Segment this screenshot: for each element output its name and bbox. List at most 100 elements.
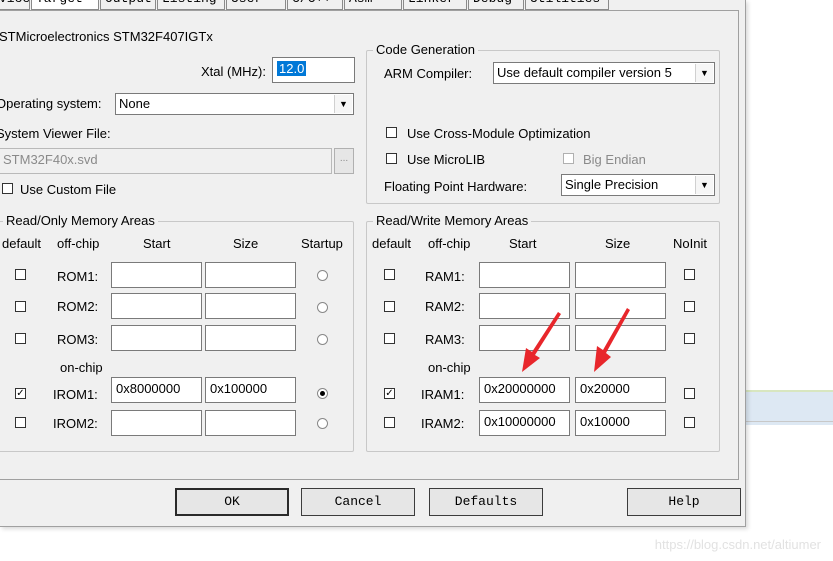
rom3-default-checkbox[interactable]: [15, 333, 26, 344]
irom1-size-input[interactable]: 0x100000: [205, 377, 296, 403]
rom1-default-checkbox[interactable]: [15, 269, 26, 280]
os-select[interactable]: None ▼: [115, 93, 354, 115]
chevron-down-icon[interactable]: ▼: [334, 95, 352, 113]
iram2-default-checkbox[interactable]: [384, 417, 395, 428]
ram-header-start: Start: [509, 236, 537, 251]
rom3-start-input[interactable]: [111, 325, 202, 351]
ok-button[interactable]: OK: [175, 488, 289, 516]
tab-user[interactable]: User: [226, 0, 286, 10]
ram1-label: RAM1:: [425, 269, 465, 284]
rom-header-size: Size: [233, 236, 259, 251]
svd-input: STM32F40x.svd: [0, 148, 332, 174]
rom-header-start: Start: [143, 236, 171, 251]
fp-hardware-value: Single Precision: [565, 177, 659, 192]
ram1-default-checkbox[interactable]: [384, 269, 395, 280]
iram2-noinit-checkbox[interactable]: [684, 417, 695, 428]
iram2-size-input[interactable]: 0x10000: [575, 410, 666, 436]
chevron-down-icon[interactable]: ▼: [695, 64, 713, 82]
chevron-down-icon[interactable]: ▼: [695, 176, 713, 194]
rom-areas-legend: Read/Only Memory Areas: [3, 213, 158, 228]
microlib-checkbox[interactable]: [386, 153, 397, 164]
microlib-label: Use MicroLIB: [407, 152, 486, 167]
ram3-default-checkbox[interactable]: [384, 333, 395, 344]
ram1-size-input[interactable]: [575, 262, 666, 288]
ram2-size-input[interactable]: [575, 293, 666, 319]
rom2-startup-radio[interactable]: [317, 302, 328, 313]
rom1-size-input[interactable]: [205, 262, 296, 288]
defaults-button[interactable]: Defaults: [429, 488, 543, 516]
rom2-default-checkbox[interactable]: [15, 301, 26, 312]
ram2-noinit-checkbox[interactable]: [684, 301, 695, 312]
fp-hardware-select[interactable]: Single Precision ▼: [561, 174, 715, 196]
ram-areas-legend: Read/Write Memory Areas: [373, 213, 532, 228]
ram2-start-input[interactable]: [479, 293, 570, 319]
ram2-label: RAM2:: [425, 299, 465, 314]
rom2-label: ROM2:: [57, 299, 99, 314]
xtal-value: 12.0: [277, 61, 307, 76]
rom-header-offchip: off-chip: [57, 236, 100, 251]
rom3-size-input[interactable]: [205, 325, 296, 351]
cross-module-checkbox[interactable]: [386, 127, 397, 138]
irom2-label: IROM2:: [53, 416, 98, 431]
ram2-default-checkbox[interactable]: [384, 301, 395, 312]
tab-listing[interactable]: Listing: [157, 0, 225, 10]
ram-header-size: Size: [605, 236, 631, 251]
irom2-default-checkbox[interactable]: [15, 417, 26, 428]
rom3-startup-radio[interactable]: [317, 334, 328, 345]
irom1-start-input[interactable]: 0x8000000: [111, 377, 202, 403]
check-icon: ✓: [16, 388, 25, 399]
rom-header-default: default: [2, 236, 42, 251]
irom1-startup-radio[interactable]: [317, 388, 328, 399]
tab-linker[interactable]: Linker: [403, 0, 467, 10]
custom-file-checkbox[interactable]: [2, 183, 13, 194]
help-button[interactable]: Help: [627, 488, 741, 516]
svd-label: System Viewer File:: [0, 126, 111, 141]
irom1-default-checkbox[interactable]: ✓: [15, 388, 26, 399]
irom2-start-input[interactable]: [111, 410, 202, 436]
tab-device[interactable]: vice: [0, 0, 30, 10]
iram1-size-input[interactable]: 0x20000: [575, 377, 666, 403]
fp-hardware-label: Floating Point Hardware:: [384, 179, 528, 194]
tab-c-cpp[interactable]: C/C++: [287, 0, 343, 10]
tab-debug[interactable]: Debug: [468, 0, 524, 10]
tab-asm[interactable]: Asm: [344, 0, 402, 10]
iram2-start-input[interactable]: 0x10000000: [479, 410, 570, 436]
rom-header-startup: Startup: [301, 236, 343, 251]
compiler-value: Use default compiler version 5: [497, 65, 672, 80]
rom1-label: ROM1:: [57, 269, 99, 284]
xtal-input[interactable]: 12.0: [272, 57, 355, 83]
ram-header-noinit: NoInit: [673, 236, 707, 251]
ram1-start-input[interactable]: [479, 262, 570, 288]
tab-output[interactable]: Output: [100, 0, 156, 10]
rom1-startup-radio[interactable]: [317, 270, 328, 281]
ram1-noinit-checkbox[interactable]: [684, 269, 695, 280]
irom2-size-input[interactable]: [205, 410, 296, 436]
ram-header-default: default: [372, 236, 412, 251]
options-dialog: vice Target Output Listing User C/C++ As…: [0, 0, 746, 527]
rom1-start-input[interactable]: [111, 262, 202, 288]
cancel-button[interactable]: Cancel: [301, 488, 415, 516]
iram1-start-input[interactable]: 0x20000000: [479, 377, 570, 403]
ram3-noinit-checkbox[interactable]: [684, 333, 695, 344]
tab-target[interactable]: Target: [31, 0, 99, 10]
background-window-divider: [745, 421, 833, 422]
rom2-size-input[interactable]: [205, 293, 296, 319]
ram3-size-input[interactable]: [575, 325, 666, 351]
background-window-fragment: [745, 390, 833, 425]
tab-utilities[interactable]: Utilities: [525, 0, 609, 10]
iram1-noinit-checkbox[interactable]: [684, 388, 695, 399]
ram3-start-input[interactable]: [479, 325, 570, 351]
rom3-label: ROM3:: [57, 332, 99, 347]
ram-onchip-label: on-chip: [428, 360, 471, 375]
compiler-select[interactable]: Use default compiler version 5 ▼: [493, 62, 715, 84]
svd-browse-button[interactable]: ...: [334, 148, 354, 174]
iram1-default-checkbox[interactable]: ✓: [384, 388, 395, 399]
rom2-start-input[interactable]: [111, 293, 202, 319]
os-value: None: [119, 96, 151, 111]
cross-module-label: Use Cross-Module Optimization: [407, 126, 591, 141]
os-label: Operating system:: [0, 96, 102, 111]
compiler-label: ARM Compiler:: [384, 66, 473, 81]
big-endian-checkbox: [563, 153, 574, 164]
custom-file-label: Use Custom File: [20, 182, 117, 197]
irom2-startup-radio[interactable]: [317, 418, 328, 429]
